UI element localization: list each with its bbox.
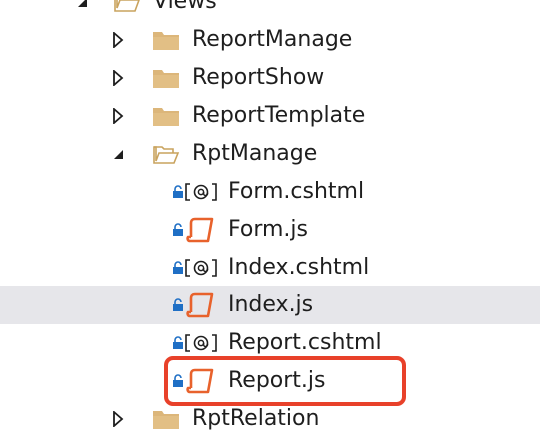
tree-item-label: Index.js	[228, 292, 314, 317]
lock-icon	[172, 261, 184, 275]
tree-item-views[interactable]: Views	[0, 0, 540, 21]
lock-icon	[172, 223, 184, 237]
tree-item-label: ReportManage	[192, 27, 353, 52]
tree-item-index-js[interactable]: Index.js	[0, 286, 540, 324]
solution-explorer-tree: Views ReportManage ReportShow ReportTemp…	[0, 0, 540, 431]
tree-item-form-js[interactable]: Form.js	[0, 211, 540, 249]
tree-item-label: Form.cshtml	[228, 179, 365, 204]
tree-item-index-cshtml[interactable]: Index.cshtml	[0, 249, 540, 287]
lock-icon	[172, 298, 184, 312]
cshtml-file-icon	[184, 181, 218, 203]
cshtml-file-icon	[184, 332, 218, 354]
tree-item-label: ReportShow	[192, 65, 325, 90]
tree-item-form-cshtml[interactable]: Form.cshtml	[0, 173, 540, 211]
tree-item-label: Form.js	[228, 217, 308, 242]
tree-item-label: RptManage	[192, 141, 318, 166]
collapsed-arrow-icon[interactable]	[110, 32, 126, 48]
tree-item-rptmanage[interactable]: RptManage	[0, 135, 540, 173]
tree-item-reporttemplate[interactable]: ReportTemplate	[0, 97, 540, 135]
folder-open-icon	[152, 143, 180, 165]
folder-icon	[152, 105, 180, 127]
lock-icon	[172, 336, 184, 350]
expanded-arrow-icon[interactable]	[110, 146, 126, 162]
collapsed-arrow-icon[interactable]	[110, 108, 126, 124]
tree-item-label: Views	[153, 0, 217, 14]
folder-icon	[152, 408, 180, 430]
collapsed-arrow-icon[interactable]	[110, 411, 126, 427]
folder-icon	[152, 67, 180, 89]
highlight-annotation-box	[164, 356, 406, 406]
tree-item-reportmanage[interactable]: ReportManage	[0, 21, 540, 59]
folder-icon	[152, 29, 180, 51]
js-file-icon	[186, 217, 216, 243]
collapsed-arrow-icon[interactable]	[110, 70, 126, 86]
lock-icon	[172, 185, 184, 199]
tree-item-label: Index.cshtml	[228, 255, 370, 280]
expanded-arrow-icon[interactable]	[74, 0, 90, 10]
tree-item-reportshow[interactable]: ReportShow	[0, 59, 540, 97]
tree-item-label: ReportTemplate	[192, 103, 366, 128]
cshtml-file-icon	[184, 257, 218, 279]
folder-open-icon	[114, 0, 140, 13]
js-file-icon	[186, 292, 216, 318]
